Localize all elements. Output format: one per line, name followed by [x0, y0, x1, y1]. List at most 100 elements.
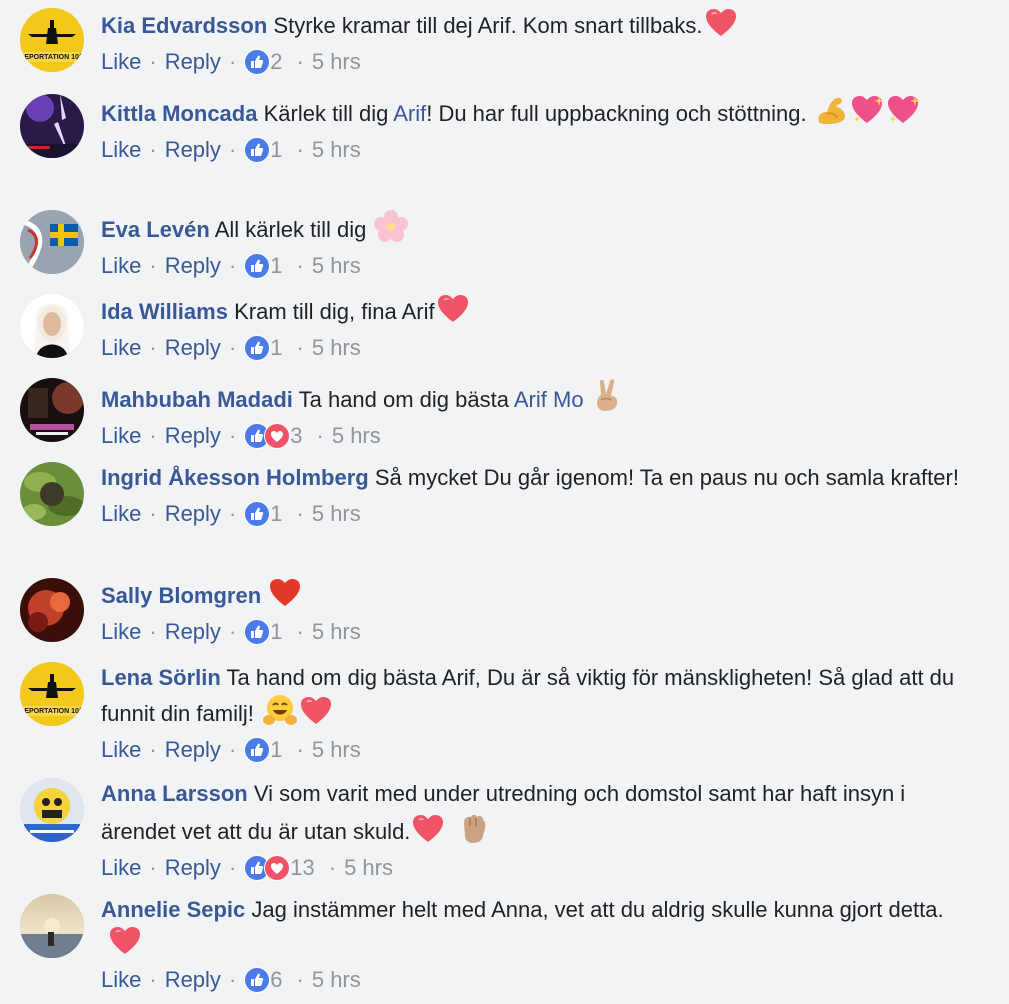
reply-button[interactable]: Reply	[165, 134, 221, 166]
reaction-count[interactable]: 2	[270, 46, 282, 78]
reaction-count[interactable]: 1	[270, 250, 282, 282]
comment-body: All kärlek till dig	[214, 217, 373, 242]
reply-button[interactable]: Reply	[165, 964, 221, 996]
commenter-name[interactable]: Eva Levén	[101, 217, 210, 242]
reaction-count[interactable]: 1	[270, 734, 282, 766]
separator-dot: ·	[296, 967, 304, 992]
red-avatar[interactable]	[20, 578, 84, 642]
reactions-summary[interactable]: 1	[244, 616, 283, 648]
reaction-count[interactable]: 13	[290, 852, 314, 884]
comment-content: Lena Sörlin Ta hand om dig bästa Arif, D…	[101, 662, 981, 768]
commenter-name[interactable]: Kia Edvardsson	[101, 13, 267, 38]
timestamp[interactable]: 5 hrs	[312, 250, 361, 282]
avatar[interactable]	[20, 378, 84, 442]
like-button[interactable]: Like	[101, 134, 141, 166]
reply-button[interactable]: Reply	[165, 332, 221, 364]
separator-dot: ·	[228, 855, 237, 880]
love-reaction-icon	[264, 855, 291, 881]
timestamp[interactable]: 5 hrs	[332, 420, 381, 452]
reactions-summary[interactable]: 2	[244, 46, 283, 78]
like-reaction-icon	[244, 253, 271, 279]
avatar[interactable]	[20, 894, 84, 958]
reaction-count[interactable]: 1	[270, 332, 282, 364]
comment-text: Annelie Sepic Jag instämmer helt med Ann…	[101, 894, 981, 960]
timestamp[interactable]: 5 hrs	[312, 616, 361, 648]
cartoon-avatar[interactable]	[20, 778, 84, 842]
timestamp[interactable]: 5 hrs	[312, 964, 361, 996]
like-button[interactable]: Like	[101, 498, 141, 530]
timestamp[interactable]: 5 hrs	[312, 498, 361, 530]
separator-dot: ·	[149, 335, 157, 360]
separator-dot: ·	[228, 737, 237, 762]
commenter-name[interactable]: Lena Sörlin	[101, 665, 221, 690]
avatar[interactable]	[20, 578, 84, 642]
commenter-name[interactable]: Sally Blomgren	[101, 583, 261, 608]
like-button[interactable]: Like	[101, 616, 141, 648]
avatar[interactable]: DEPORTATION 10/1	[20, 662, 84, 726]
reply-button[interactable]: Reply	[165, 46, 221, 78]
reply-button[interactable]: Reply	[165, 616, 221, 648]
reactions-summary[interactable]: 1	[244, 250, 283, 282]
like-button[interactable]: Like	[101, 734, 141, 766]
comment-content: Kia Edvardsson Styrke kramar till dej Ar…	[101, 8, 981, 80]
mention-link[interactable]: Arif	[393, 101, 426, 126]
reply-button[interactable]: Reply	[165, 250, 221, 282]
reaction-count[interactable]: 1	[270, 616, 282, 648]
commenter-name[interactable]: Mahbubah Madadi	[101, 387, 293, 412]
like-reaction-icon	[244, 501, 271, 527]
comment-content: Ingrid Åkesson Holmberg Så mycket Du går…	[101, 462, 981, 532]
like-button[interactable]: Like	[101, 420, 141, 452]
timestamp[interactable]: 5 hrs	[312, 134, 361, 166]
reaction-count[interactable]: 3	[290, 420, 302, 452]
like-button[interactable]: Like	[101, 964, 141, 996]
sparkling-heart-emoji	[887, 94, 921, 126]
timestamp[interactable]: 5 hrs	[344, 852, 393, 884]
avatar[interactable]	[20, 462, 84, 526]
avatar[interactable]	[20, 294, 84, 358]
like-button[interactable]: Like	[101, 250, 141, 282]
commenter-name[interactable]: Annelie Sepic	[101, 897, 245, 922]
reactions-summary[interactable]: 13	[244, 852, 315, 884]
reaction-count[interactable]: 1	[270, 498, 282, 530]
reaction-count[interactable]: 1	[270, 134, 282, 166]
sunset-avatar[interactable]	[20, 894, 84, 958]
avatar[interactable]	[20, 210, 84, 274]
reactions-summary[interactable]: 1	[244, 498, 283, 530]
comment-content: Anna Larsson Vi som varit med under utre…	[101, 778, 981, 886]
reactions-summary[interactable]: 1	[244, 134, 283, 166]
reaction-count[interactable]: 6	[270, 964, 282, 996]
avatar[interactable]: DEPORTATION 10/1	[20, 8, 84, 72]
commenter-name[interactable]: Ingrid Åkesson Holmberg	[101, 465, 369, 490]
reactions-summary[interactable]: 1	[244, 734, 283, 766]
reply-button[interactable]: Reply	[165, 420, 221, 452]
dark-avatar[interactable]	[20, 378, 84, 442]
commenter-name[interactable]: Kittla Moncada	[101, 101, 257, 126]
comment-actions: Like · Reply · 6 · 5 hrs	[101, 962, 981, 998]
timestamp[interactable]: 5 hrs	[312, 46, 361, 78]
leaf-avatar[interactable]	[20, 462, 84, 526]
airplane-avatar[interactable]: DEPORTATION 10/1	[20, 8, 84, 72]
commenter-name[interactable]: Ida Williams	[101, 299, 228, 324]
timestamp[interactable]: 5 hrs	[312, 332, 361, 364]
comment-actions: Like · Reply · 2 · 5 hrs	[101, 44, 981, 80]
purple-avatar[interactable]	[20, 94, 84, 158]
like-button[interactable]: Like	[101, 852, 141, 884]
portrait-avatar[interactable]	[20, 294, 84, 358]
reactions-summary[interactable]: 3	[244, 420, 303, 452]
like-button[interactable]: Like	[101, 332, 141, 364]
mention-link[interactable]: Arif Mo	[514, 387, 584, 412]
reactions-summary[interactable]: 6	[244, 964, 283, 996]
separator-dot: ·	[228, 967, 237, 992]
avatar[interactable]	[20, 778, 84, 842]
reply-button[interactable]: Reply	[165, 852, 221, 884]
reply-button[interactable]: Reply	[165, 498, 221, 530]
like-button[interactable]: Like	[101, 46, 141, 78]
avatar[interactable]	[20, 94, 84, 158]
commenter-name[interactable]: Anna Larsson	[101, 781, 248, 806]
flag-avatar[interactable]	[20, 210, 84, 274]
reply-button[interactable]: Reply	[165, 734, 221, 766]
reactions-summary[interactable]: 1	[244, 332, 283, 364]
timestamp[interactable]: 5 hrs	[312, 734, 361, 766]
separator-dot: ·	[149, 501, 157, 526]
airplane-avatar[interactable]: DEPORTATION 10/1	[20, 662, 84, 726]
